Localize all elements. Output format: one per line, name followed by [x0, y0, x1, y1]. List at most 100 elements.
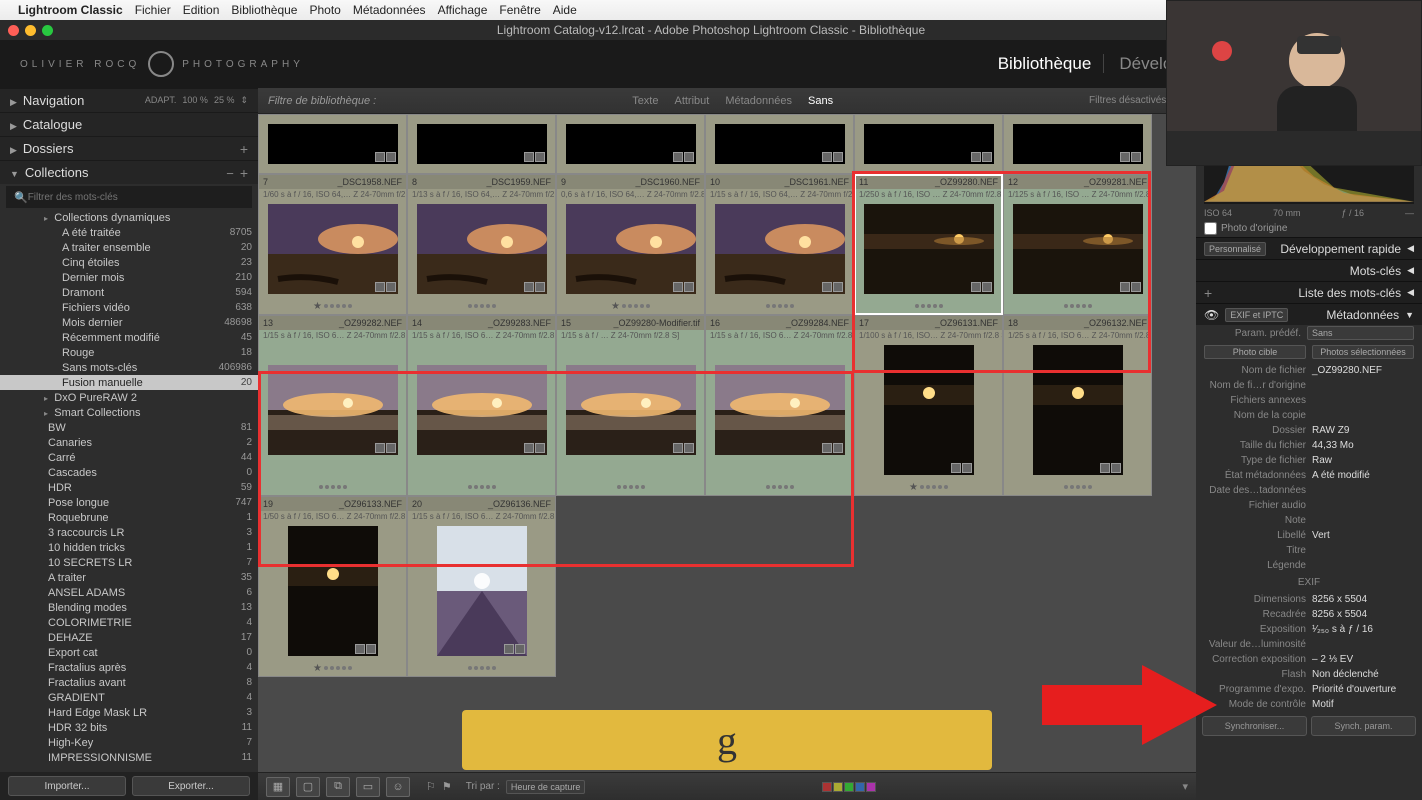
photos-sel-button[interactable]: Photos sélectionnées: [1312, 345, 1414, 359]
thumbnail-cell[interactable]: 15_OZ99280-Modifier.tif 1/15 s à f / … Z…: [556, 315, 705, 496]
thumbnail-cell[interactable]: 13_OZ99282.NEF 1/15 s à f / 16, ISO 6… Z…: [258, 315, 407, 496]
thumbnail-cell[interactable]: 7_DSC1958.NEF 1/60 s à f / 16, ISO 64,… …: [258, 174, 407, 315]
sync-params-button[interactable]: Synch. param.: [1311, 716, 1416, 736]
collection-item[interactable]: Cascades0: [0, 465, 258, 480]
liste-mc-header[interactable]: + Liste des mots-clés◀: [1196, 281, 1422, 303]
collection-item[interactable]: ▸ Smart Collections: [0, 405, 258, 420]
collection-item[interactable]: Dernier mois210: [0, 270, 258, 285]
collection-item[interactable]: HDR59: [0, 480, 258, 495]
collection-search[interactable]: 🔍: [6, 186, 252, 208]
thumbnail-cell[interactable]: [854, 114, 1003, 174]
thumbnail-cell[interactable]: 11_OZ99280.NEF 1/250 s à f / 16, ISO … Z…: [854, 174, 1003, 315]
add-folder-icon[interactable]: +: [240, 141, 248, 157]
search-input[interactable]: [28, 192, 244, 203]
close-button[interactable]: [8, 25, 19, 36]
menu-edition[interactable]: Edition: [183, 3, 220, 17]
thumbnail-cell[interactable]: 9_DSC1960.NEF 0,6 s à f / 16, ISO 64,… Z…: [556, 174, 705, 315]
collection-item[interactable]: Canaries2: [0, 435, 258, 450]
chevron-down-icon[interactable]: ▾: [1182, 780, 1188, 793]
dev-rapide-header[interactable]: Personnalisé Développement rapide◀: [1196, 237, 1422, 259]
mots-cles-header[interactable]: Mots-clés◀: [1196, 259, 1422, 281]
collection-item[interactable]: Hard Edge Mask LR3: [0, 705, 258, 720]
thumbnail-cell[interactable]: 12_OZ99281.NEF 1/125 s à f / 16, ISO … Z…: [1003, 174, 1152, 315]
filters-disabled-label[interactable]: Filtres désactivés: [1089, 95, 1166, 106]
import-button[interactable]: Importer...: [8, 776, 126, 796]
photo-cible-button[interactable]: Photo cible: [1204, 345, 1306, 359]
thumbnail-cell[interactable]: 18_OZ96132.NEF 1/25 s à f / 16, ISO 6… Z…: [1003, 315, 1152, 496]
export-button[interactable]: Exporter...: [132, 776, 250, 796]
collection-item[interactable]: Roquebrune1: [0, 510, 258, 525]
compare-view-button[interactable]: ⧉: [326, 777, 350, 797]
collection-item[interactable]: IMPRESSIONNISME11: [0, 750, 258, 765]
color-labels[interactable]: [822, 782, 876, 792]
preset-dropdown[interactable]: Sans: [1307, 326, 1414, 340]
collection-item[interactable]: Export cat0: [0, 645, 258, 660]
menu-aide[interactable]: Aide: [553, 3, 577, 17]
minus-icon[interactable]: −: [226, 166, 234, 181]
dev-preset-dropdown[interactable]: Personnalisé: [1204, 242, 1266, 256]
collection-item[interactable]: Blending modes13: [0, 600, 258, 615]
eye-icon[interactable]: 👁: [1204, 308, 1219, 322]
collection-item[interactable]: Fractalius après4: [0, 660, 258, 675]
thumbnail-cell[interactable]: [407, 114, 556, 174]
thumbnail-cell[interactable]: [556, 114, 705, 174]
module-bibliotheque[interactable]: Bibliothèque: [986, 54, 1105, 73]
catalogue-header[interactable]: ▶Catalogue: [0, 112, 258, 136]
collection-item[interactable]: A traiter ensemble20: [0, 240, 258, 255]
loupe-view-button[interactable]: ▢: [296, 777, 320, 797]
collection-item[interactable]: Pose longue747: [0, 495, 258, 510]
navigation-header[interactable]: ▶Navigation ADAPT.100 %25 %⇕: [0, 88, 258, 112]
collection-item[interactable]: GRADIENT4: [0, 690, 258, 705]
survey-view-button[interactable]: ▭: [356, 777, 380, 797]
collection-item[interactable]: Récemment modifié45: [0, 330, 258, 345]
filter-tab-attribut[interactable]: Attribut: [666, 95, 717, 107]
minimize-button[interactable]: [25, 25, 36, 36]
thumbnail-cell[interactable]: 17_OZ96131.NEF 1/100 s à f / 16, ISO… Z …: [854, 315, 1003, 496]
collection-item[interactable]: DEHAZE17: [0, 630, 258, 645]
filter-tab-sans[interactable]: Sans: [800, 95, 841, 107]
collection-item[interactable]: Fichiers vidéo638: [0, 300, 258, 315]
collection-item[interactable]: Rouge18: [0, 345, 258, 360]
thumbnail-cell[interactable]: 20_OZ96136.NEF 1/15 s à f / 16, ISO 6… Z…: [407, 496, 556, 677]
collection-item[interactable]: Cinq étoiles23: [0, 255, 258, 270]
collection-item[interactable]: Fractalius avant8: [0, 675, 258, 690]
collection-item[interactable]: Carré44: [0, 450, 258, 465]
thumbnail-cell[interactable]: [258, 114, 407, 174]
menu-fichier[interactable]: Fichier: [135, 3, 171, 17]
grid-view-button[interactable]: ▦: [266, 777, 290, 797]
collection-item[interactable]: ▸ DxO PureRAW 2: [0, 390, 258, 405]
collection-item[interactable]: BW81: [0, 420, 258, 435]
add-collection-icon[interactable]: +: [240, 165, 248, 181]
collection-item[interactable]: Dramont594: [0, 285, 258, 300]
collections-header[interactable]: ▼Collections −+: [0, 160, 258, 184]
maximize-button[interactable]: [42, 25, 53, 36]
dossiers-header[interactable]: ▶Dossiers +: [0, 136, 258, 160]
filter-tab-texte[interactable]: Texte: [624, 95, 666, 107]
app-name[interactable]: Lightroom Classic: [18, 3, 123, 17]
sort-dropdown[interactable]: Heure de capture: [506, 780, 586, 794]
menu-fenetre[interactable]: Fenêtre: [499, 3, 540, 17]
add-keyword-icon[interactable]: +: [1204, 285, 1212, 301]
collection-item[interactable]: COLORIMETRIE4: [0, 615, 258, 630]
thumbnail-cell[interactable]: 8_DSC1959.NEF 1/13 s à f / 16, ISO 64,… …: [407, 174, 556, 315]
exif-iptc-dropdown[interactable]: EXIF et IPTC: [1225, 308, 1288, 322]
metadonnees-header[interactable]: 👁 EXIF et IPTC Métadonnées▼: [1196, 303, 1422, 325]
filter-tab-metadonnees[interactable]: Métadonnées: [717, 95, 800, 107]
menu-photo[interactable]: Photo: [309, 3, 340, 17]
collection-item[interactable]: ▸ Collections dynamiques: [0, 210, 258, 225]
people-view-button[interactable]: ☺: [386, 777, 410, 797]
collection-item[interactable]: HDR 32 bits11: [0, 720, 258, 735]
collection-item[interactable]: Fusion manuelle20: [0, 375, 258, 390]
menu-bibliotheque[interactable]: Bibliothèque: [231, 3, 297, 17]
collection-item[interactable]: ANSEL ADAMS6: [0, 585, 258, 600]
collection-item[interactable]: A traiter35: [0, 570, 258, 585]
collection-item[interactable]: 10 hidden tricks1: [0, 540, 258, 555]
collection-item[interactable]: High-Key7: [0, 735, 258, 750]
collection-item[interactable]: Mois dernier48698: [0, 315, 258, 330]
thumbnail-cell[interactable]: [1003, 114, 1152, 174]
thumbnail-cell[interactable]: 19_OZ96133.NEF 1/50 s à f / 16, ISO 6… Z…: [258, 496, 407, 677]
photo-origine-checkbox[interactable]: [1204, 222, 1217, 235]
thumbnail-cell[interactable]: 10_DSC1961.NEF 1/15 s à f / 16, ISO 64,……: [705, 174, 854, 315]
collection-item[interactable]: 3 raccourcis LR3: [0, 525, 258, 540]
thumbnail-cell[interactable]: [705, 114, 854, 174]
